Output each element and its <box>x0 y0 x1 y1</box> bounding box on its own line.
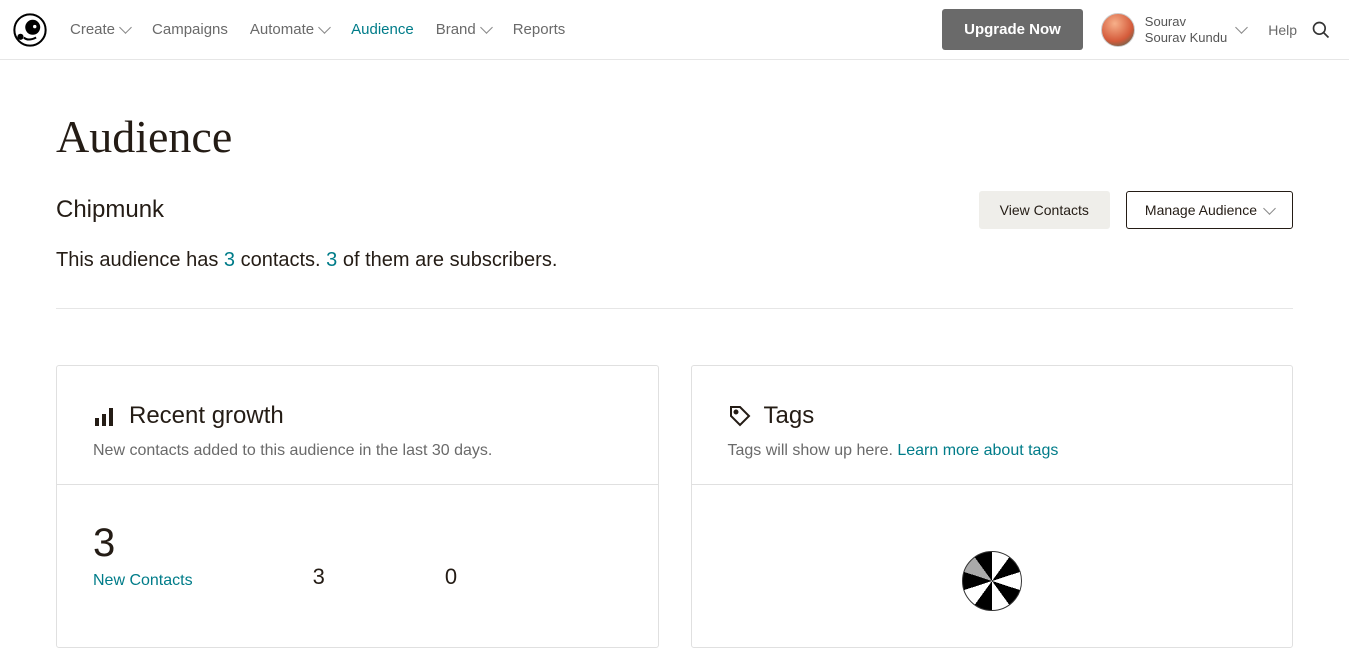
chevron-down-icon <box>480 21 493 34</box>
subscribers-count[interactable]: 3 <box>326 249 337 271</box>
summary-text: This audience has <box>56 249 224 271</box>
summary-text: contacts. <box>235 249 326 271</box>
card-header: Tags Tags will show up here. Learn more … <box>692 366 1293 485</box>
nav-automate-label: Automate <box>250 21 314 38</box>
top-nav-bar: Create Campaigns Automate Audience Brand… <box>0 0 1349 60</box>
nav-campaigns[interactable]: Campaigns <box>152 21 228 38</box>
user-menu[interactable]: Sourav Sourav Kundu <box>1101 13 1246 47</box>
dashboard-cards: Recent growth New contacts added to this… <box>56 365 1293 648</box>
view-contacts-button[interactable]: View Contacts <box>979 191 1110 229</box>
manage-audience-label: Manage Audience <box>1145 202 1257 218</box>
tags-title: Tags <box>764 402 815 430</box>
page-title: Audience <box>56 110 1293 163</box>
user-text: Sourav Sourav Kundu <box>1145 14 1227 45</box>
nav-reports-label: Reports <box>513 21 566 38</box>
nav-brand-label: Brand <box>436 21 476 38</box>
main-content: Audience Chipmunk View Contacts Manage A… <box>0 60 1349 648</box>
nav-automate[interactable]: Automate <box>250 21 329 38</box>
chevron-down-icon <box>318 21 331 34</box>
tag-icon <box>728 404 752 428</box>
recent-growth-card: Recent growth New contacts added to this… <box>56 365 659 648</box>
tags-card: Tags Tags will show up here. Learn more … <box>691 365 1294 648</box>
new-contacts-count: 3 <box>93 521 193 566</box>
growth-subtitle: New contacts added to this audience in t… <box>93 442 622 460</box>
nav-create[interactable]: Create <box>70 21 130 38</box>
bar-chart-icon <box>93 404 117 428</box>
user-fullname: Sourav Kundu <box>1145 30 1227 46</box>
contacts-count[interactable]: 3 <box>224 249 235 271</box>
divider <box>56 308 1293 309</box>
user-firstname: Sourav <box>1145 14 1227 30</box>
mailchimp-logo-icon <box>13 13 47 47</box>
nav-reports[interactable]: Reports <box>513 21 566 38</box>
card-header: Recent growth New contacts added to this… <box>57 366 658 485</box>
nav-audience[interactable]: Audience <box>351 21 414 38</box>
tags-sub-text: Tags will show up here. <box>728 442 898 459</box>
audience-header-row: Chipmunk View Contacts Manage Audience <box>56 191 1293 229</box>
growth-title: Recent growth <box>129 402 284 430</box>
audience-actions: View Contacts Manage Audience <box>979 191 1293 229</box>
learn-more-tags-link[interactable]: Learn more about tags <box>897 442 1058 459</box>
chevron-down-icon <box>1235 21 1248 34</box>
search-icon[interactable] <box>1311 20 1331 40</box>
audience-name: Chipmunk <box>56 196 164 224</box>
audience-summary: This audience has 3 contacts. 3 of them … <box>56 249 1293 272</box>
brand-logo[interactable] <box>12 12 48 48</box>
manage-audience-button[interactable]: Manage Audience <box>1126 191 1293 229</box>
nav-audience-label: Audience <box>351 21 414 38</box>
chevron-down-icon <box>1263 202 1276 215</box>
help-link[interactable]: Help <box>1268 22 1297 38</box>
tags-placeholder-image <box>962 551 1022 611</box>
tags-body <box>692 485 1293 647</box>
chevron-down-icon <box>119 21 132 34</box>
growth-stat-b: 0 <box>445 564 457 590</box>
growth-stat-a: 3 <box>313 564 325 590</box>
nav-campaigns-label: Campaigns <box>152 21 228 38</box>
growth-body: 3 New Contacts 3 0 <box>57 485 658 626</box>
tags-subtitle: Tags will show up here. Learn more about… <box>728 442 1257 460</box>
avatar <box>1101 13 1135 47</box>
new-contacts-link[interactable]: New Contacts <box>93 572 193 589</box>
summary-text: of them are subscribers. <box>337 249 557 271</box>
nav-create-label: Create <box>70 21 115 38</box>
nav-brand[interactable]: Brand <box>436 21 491 38</box>
primary-nav: Create Campaigns Automate Audience Brand… <box>70 21 565 38</box>
upgrade-button[interactable]: Upgrade Now <box>942 9 1083 50</box>
